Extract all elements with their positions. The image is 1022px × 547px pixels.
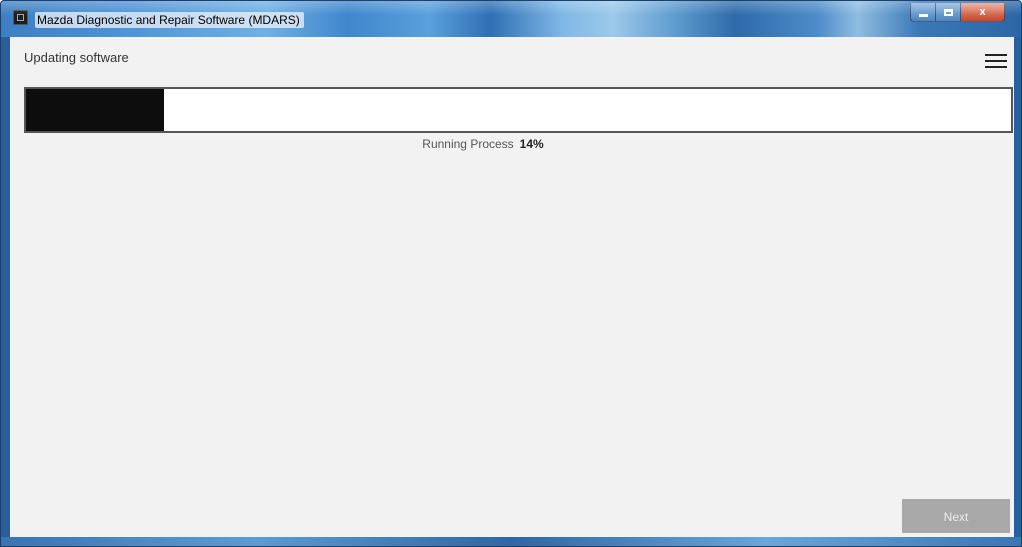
maximize-icon	[943, 8, 953, 16]
app-icon	[13, 10, 28, 25]
window-bottom-border	[1, 537, 1021, 546]
window-title: Mazda Diagnostic and Repair Software (MD…	[35, 12, 304, 28]
progress-bar	[24, 87, 1013, 133]
minimize-icon	[918, 13, 928, 17]
menu-line	[985, 54, 1007, 56]
menu-line	[985, 60, 1007, 62]
main-content: Updating software Running Process 14% Nex…	[10, 37, 1014, 539]
hamburger-menu-icon[interactable]	[985, 53, 1007, 69]
progress-percent: 14%	[519, 137, 544, 151]
menu-line	[985, 66, 1007, 68]
window-titlebar[interactable]: Mazda Diagnostic and Repair Software (MD…	[1, 1, 1021, 37]
progress-status: Running Process 14%	[10, 137, 956, 151]
page-title: Updating software	[24, 50, 129, 65]
close-icon: x	[979, 6, 986, 18]
window-controls: x	[910, 3, 1005, 23]
close-button[interactable]: x	[961, 3, 1005, 22]
app-window: Mazda Diagnostic and Repair Software (MD…	[0, 0, 1022, 547]
next-button[interactable]: Next	[902, 499, 1010, 533]
minimize-button[interactable]	[910, 3, 936, 22]
progress-bar-fill	[26, 89, 164, 131]
progress-label: Running Process	[422, 137, 514, 151]
maximize-button[interactable]	[936, 3, 961, 22]
